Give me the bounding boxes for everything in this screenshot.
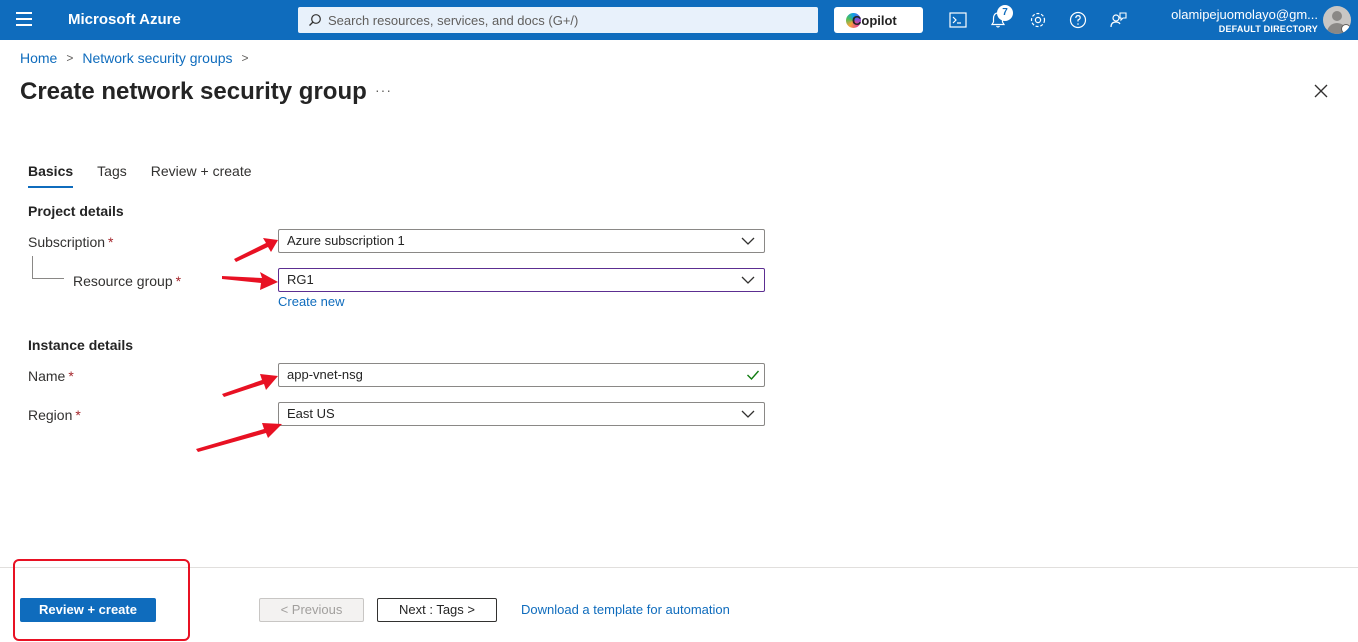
resource-group-label-text: Resource group bbox=[73, 273, 173, 289]
name-label-text: Name bbox=[28, 368, 66, 384]
gear-icon[interactable] bbox=[1028, 10, 1048, 30]
menu-icon[interactable] bbox=[16, 12, 32, 26]
name-value: app-vnet-nsg bbox=[287, 367, 363, 382]
annotation-arrow bbox=[234, 238, 278, 262]
user-account[interactable]: olamipejuomolayo@gm... DEFAULT DIRECTORY bbox=[1171, 7, 1318, 34]
more-options-icon[interactable]: ··· bbox=[375, 82, 392, 98]
brand-title[interactable]: Microsoft Azure bbox=[68, 11, 181, 28]
name-label: Name * bbox=[28, 368, 74, 384]
tab-bar: Basics Tags Review + create bbox=[28, 163, 276, 188]
tree-connector bbox=[32, 256, 33, 278]
region-label-text: Region bbox=[28, 407, 73, 423]
user-email: olamipejuomolayo@gm... bbox=[1171, 7, 1318, 22]
notification-badge: 7 bbox=[997, 5, 1013, 21]
previous-button[interactable]: < Previous bbox=[259, 598, 364, 622]
page-title: Create network security group bbox=[20, 78, 367, 105]
annotation-arrow bbox=[196, 423, 282, 452]
lock-icon bbox=[1341, 24, 1351, 34]
name-field[interactable]: app-vnet-nsg bbox=[278, 363, 765, 387]
breadcrumb: Home > Network security groups > bbox=[20, 50, 258, 66]
project-details-heading: Project details bbox=[28, 203, 124, 219]
tree-connector bbox=[32, 278, 64, 279]
subscription-label-text: Subscription bbox=[28, 234, 106, 250]
instance-details-heading: Instance details bbox=[28, 337, 134, 353]
feedback-icon[interactable] bbox=[1108, 10, 1128, 30]
region-value: East US bbox=[287, 406, 335, 421]
required-mark: * bbox=[175, 273, 182, 289]
breadcrumb-home[interactable]: Home bbox=[20, 50, 57, 66]
search-input[interactable] bbox=[328, 12, 808, 28]
tab-basics[interactable]: Basics bbox=[28, 163, 74, 188]
help-icon[interactable] bbox=[1068, 10, 1088, 30]
required-mark: * bbox=[68, 368, 74, 384]
required-mark: * bbox=[75, 407, 81, 423]
tab-tags[interactable]: Tags bbox=[97, 163, 127, 188]
required-mark: * bbox=[108, 234, 114, 250]
avatar[interactable] bbox=[1323, 6, 1351, 34]
resource-group-dropdown[interactable]: RG1 bbox=[278, 268, 765, 292]
resource-group-value: RG1 bbox=[287, 272, 314, 287]
subscription-dropdown[interactable]: Azure subscription 1 bbox=[278, 229, 765, 253]
search-box[interactable] bbox=[298, 7, 818, 33]
tab-review-create[interactable]: Review + create bbox=[151, 163, 252, 188]
create-new-link[interactable]: Create new bbox=[278, 294, 344, 309]
annotation-arrow bbox=[222, 272, 278, 290]
resource-group-label: Resource group * bbox=[73, 273, 181, 289]
breadcrumb-separator: > bbox=[66, 51, 74, 65]
next-tags-button[interactable]: Next : Tags > bbox=[377, 598, 497, 622]
review-create-button[interactable]: Review + create bbox=[20, 598, 156, 622]
annotation-arrow bbox=[222, 374, 278, 397]
copilot-button[interactable]: Copilot bbox=[834, 7, 923, 33]
user-directory: DEFAULT DIRECTORY bbox=[1218, 24, 1318, 34]
close-icon[interactable] bbox=[1312, 82, 1330, 100]
copilot-label: Copilot bbox=[852, 12, 897, 28]
breadcrumb-separator: > bbox=[241, 51, 249, 65]
subscription-value: Azure subscription 1 bbox=[287, 233, 405, 248]
chevron-down-icon bbox=[741, 276, 755, 284]
chevron-down-icon bbox=[741, 237, 755, 245]
search-icon bbox=[309, 14, 321, 26]
checkmark-icon bbox=[747, 370, 760, 381]
top-bar: Microsoft Azure Copilot 7 olamipejuomola… bbox=[0, 0, 1358, 40]
region-label: Region * bbox=[28, 407, 81, 423]
download-template-link[interactable]: Download a template for automation bbox=[521, 602, 730, 617]
region-dropdown[interactable]: East US bbox=[278, 402, 765, 426]
footer-divider bbox=[0, 567, 1358, 568]
breadcrumb-network-security-groups[interactable]: Network security groups bbox=[82, 50, 232, 66]
subscription-label: Subscription * bbox=[28, 234, 114, 250]
cloud-shell-icon[interactable] bbox=[948, 10, 968, 30]
chevron-down-icon bbox=[741, 410, 755, 418]
